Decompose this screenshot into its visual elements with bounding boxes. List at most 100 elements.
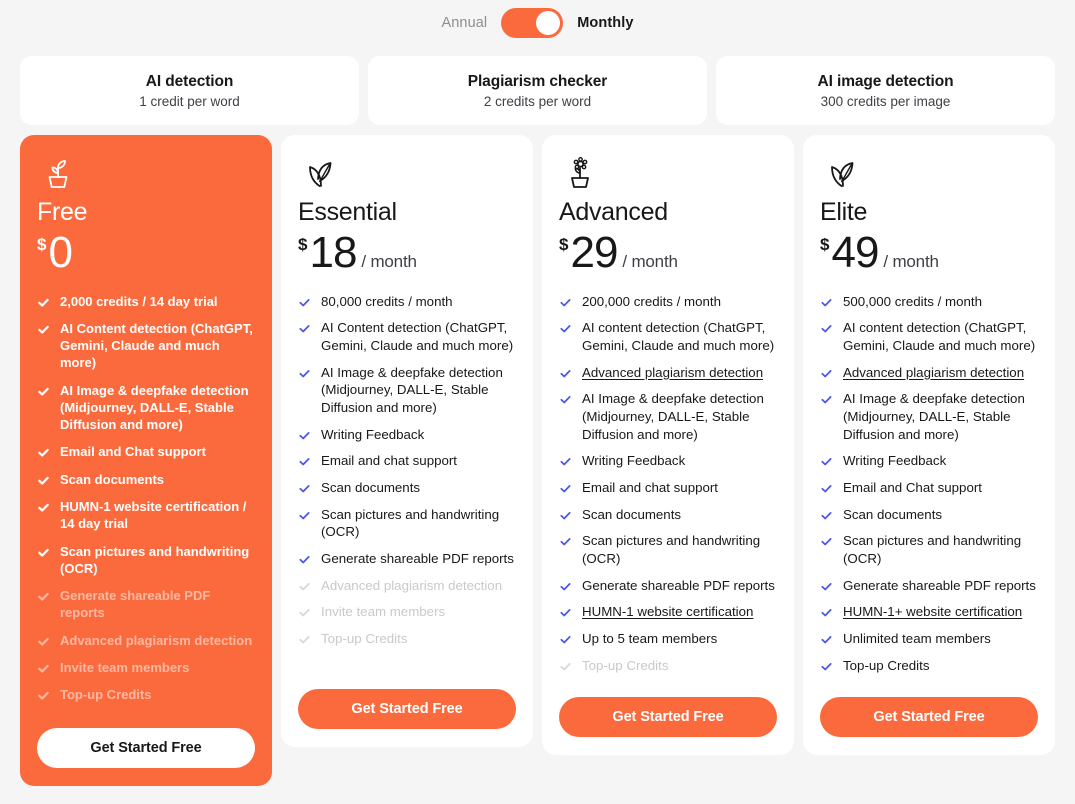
currency-symbol: $: [298, 234, 308, 254]
plan-feature-list: 200,000 credits / month AI content detect…: [559, 293, 777, 684]
plan-feature: Top-up Credits: [820, 657, 1038, 675]
plan-feature: 500,000 credits / month: [820, 293, 1038, 311]
plan-feature-label: Advanced plagiarism detection: [321, 577, 503, 593]
get-started-button[interactable]: Get Started Free: [37, 727, 255, 768]
price-amount: 18: [309, 227, 357, 277]
plan-price: $0: [37, 230, 255, 279]
plan-feature-label: Scan pictures and handwriting (OCR): [843, 533, 1022, 566]
plan-feature-label: AI Content detection (ChatGPT, Gemini, C…: [60, 320, 253, 371]
plans-row: Free $0 2,000 credits / 14 day trial AI Con…: [0, 125, 1075, 786]
plan-feature-list: 80,000 credits / month AI Content detecti…: [298, 293, 516, 676]
plan-feature: Scan documents: [298, 479, 516, 497]
plan-feature: Advanced plagiarism detection: [37, 632, 255, 649]
plan-feature[interactable]: Advanced plagiarism detection: [820, 364, 1038, 382]
check-icon: [820, 367, 833, 380]
check-icon: [820, 606, 833, 619]
plan-feature-label[interactable]: HUMN-1 website certification: [582, 603, 753, 621]
check-icon: [820, 322, 833, 335]
check-icon: [37, 546, 50, 559]
check-icon: [37, 296, 50, 309]
plan-price: $29/ month: [559, 230, 777, 279]
plan-name: Elite: [820, 198, 868, 226]
plan-feature: AI Image & deepfake detection (Midjourne…: [298, 364, 516, 417]
check-icon: [820, 509, 833, 522]
check-icon: [820, 580, 833, 593]
plan-feature: Advanced plagiarism detection: [298, 577, 516, 595]
check-icon: [559, 606, 572, 619]
pricing-page: Annual Monthly AI detection 1 credit per …: [0, 0, 1075, 804]
get-started-button[interactable]: Get Started Free: [820, 697, 1038, 738]
plan-feature-label: Advanced plagiarism detection: [60, 632, 253, 648]
plan-feature: Up to 5 team members: [559, 630, 777, 648]
plan-feature: Generate shareable PDF reports: [820, 577, 1038, 595]
check-icon: [298, 455, 311, 468]
plan-feature: Generate shareable PDF reports: [37, 587, 255, 622]
plan-feature-label: 2,000 credits / 14 day trial: [60, 293, 218, 309]
check-icon: [559, 535, 572, 548]
check-icon: [37, 385, 50, 398]
plan-price: $18/ month: [298, 227, 516, 279]
plan-feature-label: Top-up Credits: [582, 657, 669, 673]
plan-feature-label: AI Image & deepfake detection (Midjourne…: [60, 382, 249, 433]
plan-feature-label: Writing Feedback: [843, 453, 947, 469]
plan-feature: Scan pictures and handwriting (OCR): [820, 532, 1038, 567]
plan-feature[interactable]: HUMN-1+ website certification: [820, 603, 1038, 621]
check-icon: [298, 553, 311, 566]
plan-card-elite: Elite $49/ month 500,000 credits / month AI…: [803, 135, 1055, 756]
plan-feature-label: Generate shareable PDF reports: [843, 577, 1036, 593]
plan-feature: Unlimited team members: [820, 630, 1038, 648]
plan-feature-label: Scan pictures and handwriting (OCR): [582, 533, 761, 566]
plan-feature: AI content detection (ChatGPT, Gemini, C…: [820, 319, 1038, 354]
plan-feature-label: Writing Feedback: [582, 453, 686, 469]
plan-feature: 80,000 credits / month: [298, 293, 516, 311]
plan-feature-label[interactable]: Advanced plagiarism detection: [582, 364, 763, 382]
check-icon: [820, 296, 833, 309]
plan-feature-label: Invite team members: [321, 604, 446, 620]
credit-rate-card: AI image detection 300 credits per image: [716, 56, 1055, 125]
plan-feature-label: AI content detection (ChatGPT, Gemini, C…: [843, 320, 1036, 353]
plan-feature[interactable]: Advanced plagiarism detection: [559, 364, 777, 382]
two-leaves-icon: [298, 151, 516, 195]
plan-feature-label[interactable]: HUMN-1+ website certification: [843, 603, 1022, 621]
plan-feature: Email and Chat support: [820, 479, 1038, 497]
plan-feature-label: Scan pictures and handwriting (OCR): [321, 506, 500, 540]
check-icon: [820, 393, 833, 406]
plan-feature-label: Scan documents: [321, 479, 421, 495]
credit-rate-title: AI image detection: [817, 72, 954, 90]
check-icon: [559, 580, 572, 593]
check-icon: [37, 689, 50, 702]
get-started-button[interactable]: Get Started Free: [559, 697, 777, 738]
plan-feature-label[interactable]: Advanced plagiarism detection: [843, 364, 1024, 382]
plan-feature: Top-up Credits: [37, 686, 255, 703]
plan-feature-label: AI content detection (ChatGPT, Gemini, C…: [582, 320, 775, 353]
plan-feature: Scan documents: [559, 506, 777, 524]
price-period: / month: [622, 251, 678, 271]
get-started-button[interactable]: Get Started Free: [298, 689, 516, 729]
potted-flower-icon: [559, 151, 777, 195]
plan-feature: Generate shareable PDF reports: [298, 550, 516, 568]
plan-feature: AI Image & deepfake detection (Midjourne…: [559, 390, 777, 443]
two-leaves-icon: [820, 151, 1038, 195]
plan-feature[interactable]: HUMN-1 website certification: [559, 603, 777, 621]
plan-name: Advanced: [559, 198, 668, 226]
check-icon: [820, 482, 833, 495]
plan-feature-label: HUMN-1 website certification / 14 day tr…: [60, 499, 247, 532]
check-icon: [559, 322, 572, 335]
plan-feature-label: Top-up Credits: [843, 657, 930, 673]
credit-rate-title: AI detection: [145, 72, 234, 90]
price-amount: 49: [831, 227, 879, 277]
check-icon: [37, 474, 50, 487]
check-icon: [298, 509, 311, 522]
billing-monthly-label[interactable]: Monthly: [577, 15, 633, 31]
plan-feature: HUMN-1 website certification / 14 day tr…: [37, 498, 255, 533]
billing-period-switch[interactable]: [501, 8, 564, 38]
check-icon: [37, 635, 50, 648]
plan-feature: Top-up Credits: [298, 630, 516, 648]
check-icon: [298, 367, 311, 380]
plan-feature-label: Email and Chat support: [60, 444, 206, 460]
check-icon: [559, 509, 572, 522]
plan-feature-label: Scan documents: [843, 506, 943, 522]
check-icon: [298, 580, 311, 593]
check-icon: [37, 501, 50, 514]
billing-annual-label[interactable]: Annual: [441, 15, 487, 31]
